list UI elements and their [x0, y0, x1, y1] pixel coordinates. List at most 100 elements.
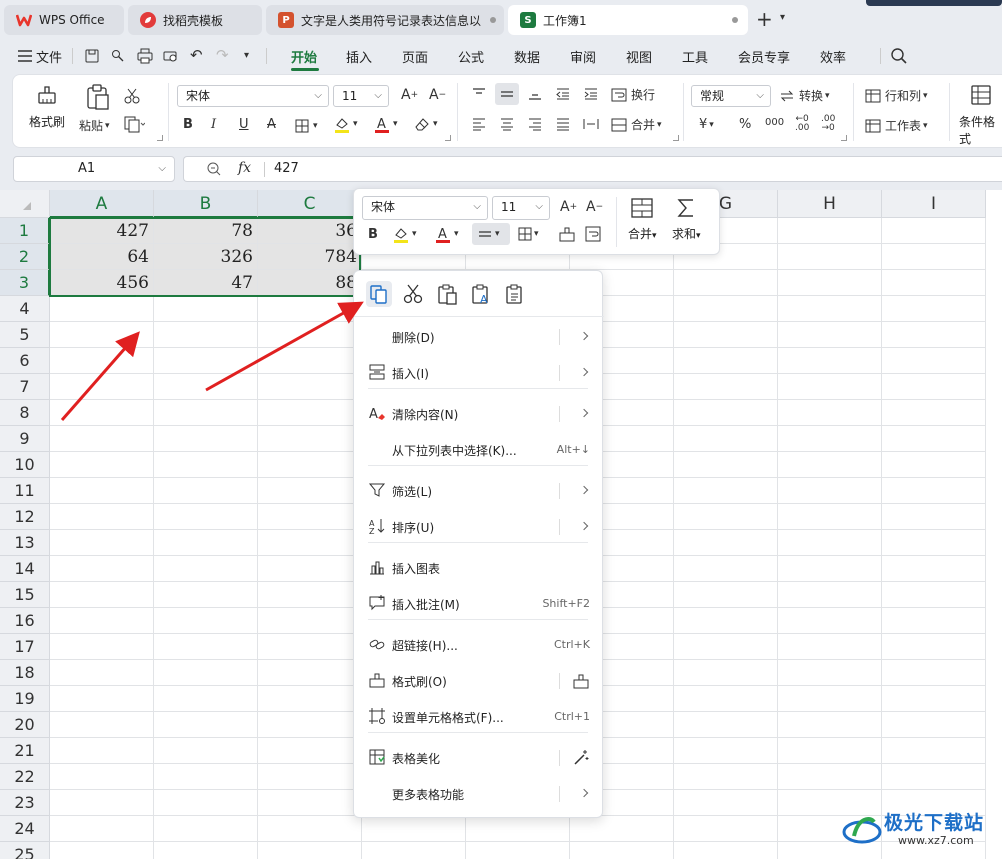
menu-formulas[interactable]: 公式: [458, 47, 484, 66]
cell[interactable]: [258, 556, 362, 582]
menu-item-format-cells[interactable]: 设置单元格格式(F)... Ctrl+1: [354, 699, 604, 735]
cell[interactable]: [674, 816, 778, 842]
tab-document[interactable]: P 文字是人类用符号记录表达信息以: [266, 5, 504, 35]
cell[interactable]: [154, 556, 258, 582]
currency-icon[interactable]: ¥ ▾: [699, 117, 714, 132]
cell[interactable]: [154, 452, 258, 478]
cell[interactable]: [258, 322, 362, 348]
column-header[interactable]: C: [258, 190, 362, 218]
paste-button[interactable]: 粘贴 ▾: [79, 117, 110, 134]
decrease-indent-icon[interactable]: [555, 87, 571, 101]
cell[interactable]: [154, 374, 258, 400]
print-icon[interactable]: [136, 48, 154, 67]
paste-icon[interactable]: [434, 281, 460, 307]
cell[interactable]: [258, 686, 362, 712]
print-preview-icon[interactable]: [162, 48, 180, 67]
menu-file[interactable]: 文件: [36, 47, 62, 66]
menu-item-format-painter[interactable]: 格式刷(O): [354, 663, 604, 699]
cell[interactable]: [50, 816, 154, 842]
cell[interactable]: [778, 712, 882, 738]
menu-member[interactable]: 会员专享: [738, 47, 790, 66]
cell[interactable]: [258, 764, 362, 790]
cell[interactable]: [882, 582, 986, 608]
save-icon[interactable]: [84, 48, 100, 67]
cell[interactable]: [882, 660, 986, 686]
cell[interactable]: [258, 842, 362, 859]
mini-wrap-icon[interactable]: [584, 225, 602, 243]
worksheet-button[interactable]: 工作表 ▾: [865, 117, 928, 134]
cell[interactable]: [154, 478, 258, 504]
row-header[interactable]: 5: [0, 322, 50, 348]
row-header[interactable]: 10: [0, 452, 50, 478]
submenu-chevron-icon[interactable]: [579, 367, 589, 377]
cell[interactable]: [882, 348, 986, 374]
align-middle-icon[interactable]: [495, 83, 519, 105]
row-header[interactable]: 1: [0, 218, 50, 244]
search-icon[interactable]: [890, 47, 908, 68]
font-color-icon[interactable]: A ▾: [373, 115, 398, 133]
submenu-chevron-icon[interactable]: [579, 521, 589, 531]
cell[interactable]: [258, 478, 362, 504]
cell[interactable]: [50, 322, 154, 348]
cell[interactable]: [778, 686, 882, 712]
cell[interactable]: [50, 764, 154, 790]
cell[interactable]: 456: [50, 270, 154, 296]
row-header[interactable]: 19: [0, 686, 50, 712]
paste-special-icon[interactable]: [502, 281, 528, 307]
cell[interactable]: [674, 478, 778, 504]
menu-item-more-table-functions[interactable]: 更多表格功能: [354, 776, 604, 812]
hamburger-icon[interactable]: [18, 50, 32, 65]
menu-item-sort[interactable]: A Z 排序(U): [354, 509, 604, 545]
menu-item-pick-from-list[interactable]: 从下拉列表中选择(K)... Alt+↓: [354, 432, 604, 468]
cell[interactable]: [778, 426, 882, 452]
format-painter-icon[interactable]: [572, 672, 590, 693]
cell[interactable]: 36: [258, 218, 362, 244]
row-header[interactable]: 16: [0, 608, 50, 634]
cell[interactable]: [674, 322, 778, 348]
cell[interactable]: [674, 530, 778, 556]
menu-item-insert[interactable]: 插入(I): [354, 355, 604, 391]
undo-icon[interactable]: ↶: [190, 46, 203, 64]
increase-indent-icon[interactable]: [583, 87, 599, 101]
align-left-icon[interactable]: [471, 117, 487, 131]
cell[interactable]: [778, 296, 882, 322]
cell[interactable]: [778, 738, 882, 764]
clipboard-launcher-icon[interactable]: [157, 135, 163, 141]
menu-item-hyperlink[interactable]: 超链接(H)... Ctrl+K: [354, 627, 604, 663]
tab-docer[interactable]: 找稻壳模板: [128, 5, 262, 35]
cell[interactable]: [258, 660, 362, 686]
cell[interactable]: [778, 322, 882, 348]
submenu-chevron-icon[interactable]: [579, 331, 589, 341]
format-painter-button[interactable]: 格式刷: [29, 83, 65, 130]
cell[interactable]: [258, 348, 362, 374]
cell[interactable]: [258, 374, 362, 400]
cell[interactable]: [154, 400, 258, 426]
row-header[interactable]: 14: [0, 556, 50, 582]
cell[interactable]: [258, 582, 362, 608]
cell[interactable]: [674, 582, 778, 608]
column-header[interactable]: H: [778, 190, 882, 218]
copy-icon[interactable]: [366, 281, 392, 307]
thousands-separator-icon[interactable]: 000: [765, 117, 784, 128]
cell[interactable]: [882, 504, 986, 530]
cell[interactable]: [778, 478, 882, 504]
row-header[interactable]: 8: [0, 400, 50, 426]
menu-item-delete[interactable]: 删除(D): [354, 319, 604, 355]
rows-columns-button[interactable]: 行和列 ▾: [865, 87, 928, 104]
decrease-font-icon[interactable]: A −: [429, 87, 446, 103]
convert-button[interactable]: 转换 ▾: [779, 87, 830, 104]
cell[interactable]: [674, 738, 778, 764]
cell[interactable]: [258, 712, 362, 738]
cell[interactable]: [778, 374, 882, 400]
italic-icon[interactable]: I: [211, 117, 216, 132]
cell[interactable]: [466, 842, 570, 859]
cell[interactable]: [778, 608, 882, 634]
column-header[interactable]: B: [154, 190, 258, 218]
cell[interactable]: [50, 634, 154, 660]
cell[interactable]: [154, 348, 258, 374]
border-icon[interactable]: ▾: [295, 119, 318, 133]
name-box[interactable]: A1 ⌵: [13, 156, 175, 182]
row-header[interactable]: 22: [0, 764, 50, 790]
cell[interactable]: [362, 816, 466, 842]
mini-merge-button[interactable]: 合并▾: [628, 197, 657, 242]
